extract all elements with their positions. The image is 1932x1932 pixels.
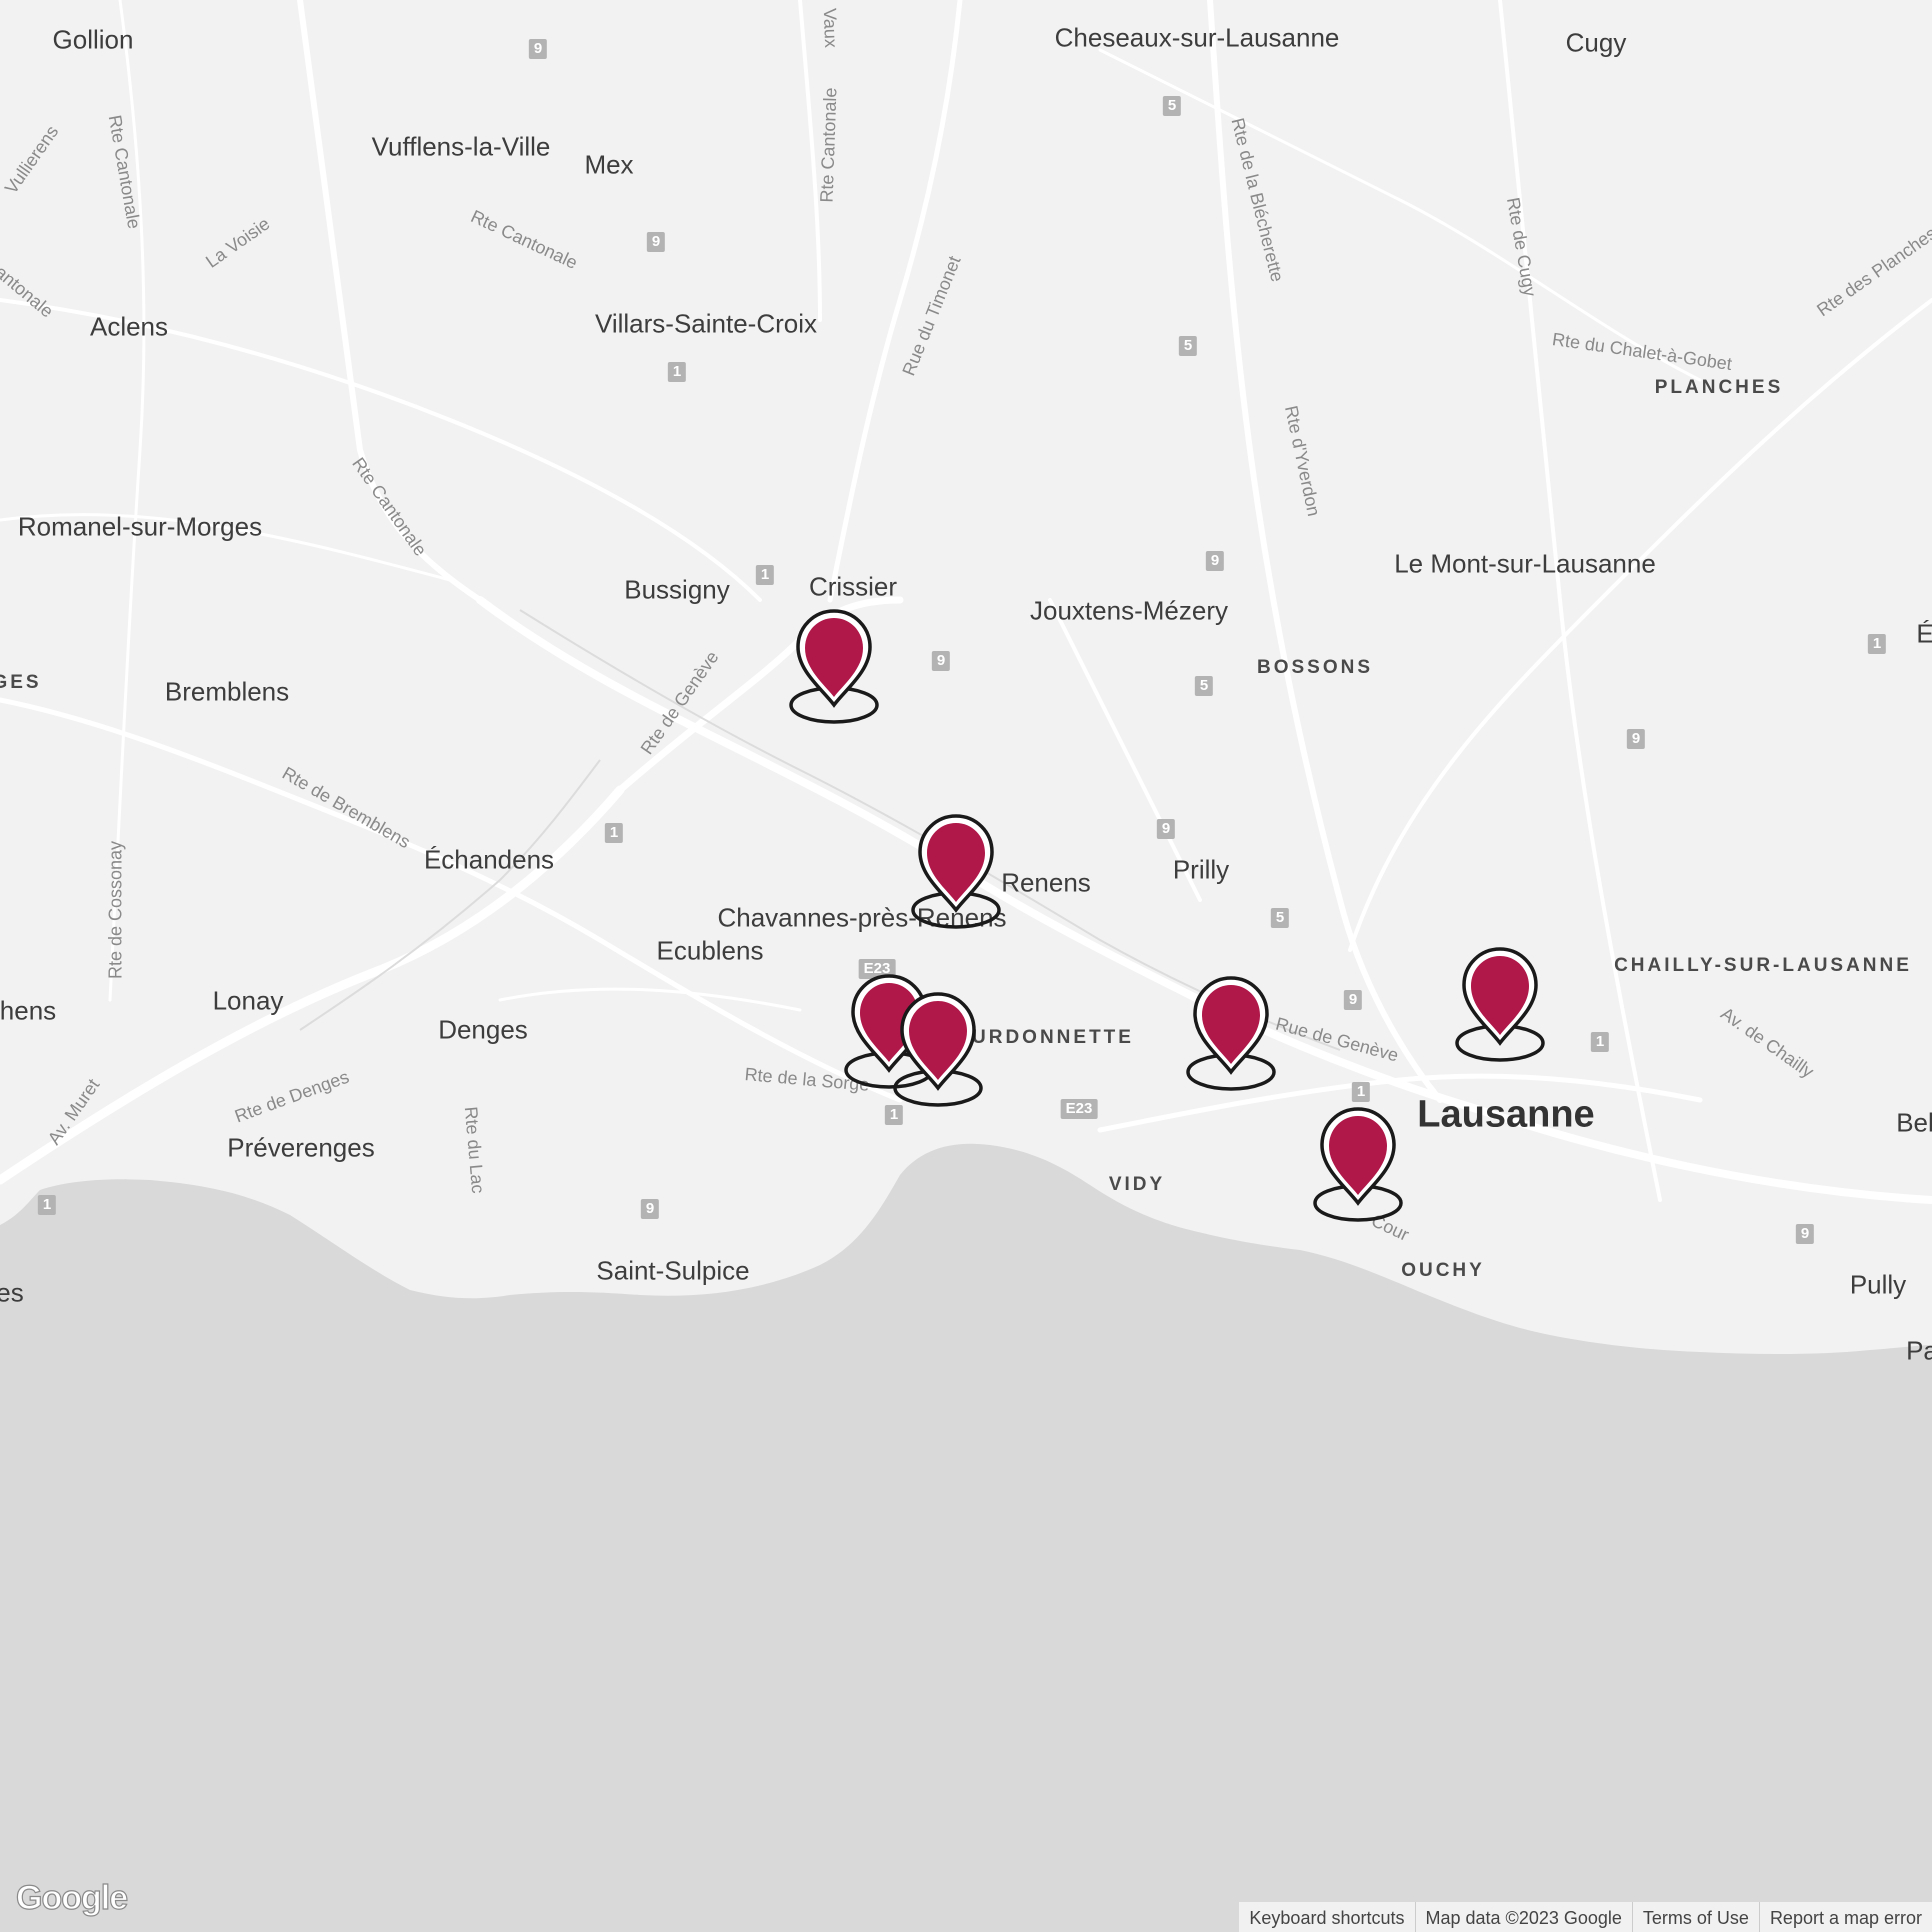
road-label: Rte Cantonale	[816, 87, 841, 203]
district-planches: PLANCHES	[1654, 377, 1784, 398]
place-pa-edge: Pa	[1906, 1335, 1932, 1366]
location-marker[interactable]	[1450, 943, 1550, 1063]
place-ges-edge: GES	[0, 672, 42, 693]
city-lausanne: Lausanne	[1417, 1093, 1595, 1136]
route-shield: 1	[37, 1195, 57, 1215]
district-bossons: BOSSONS	[1256, 657, 1374, 678]
route-shield: 9	[1205, 551, 1225, 571]
route-shield: 9	[1343, 990, 1363, 1010]
place-pully: Pully	[1849, 1269, 1907, 1300]
place-prilly: Prilly	[1172, 854, 1230, 885]
route-shield: 1	[667, 362, 687, 382]
route-shield: 9	[931, 651, 951, 671]
place-lonay: Lonay	[212, 985, 284, 1016]
place-villars: Villars-Sainte-Croix	[594, 308, 818, 339]
place-echandens: Échandens	[423, 844, 555, 875]
route-shield: 1	[604, 823, 624, 843]
map-pin-icon	[1186, 976, 1276, 1091]
place-bussigny: Bussigny	[624, 574, 730, 605]
route-shield: 9	[528, 39, 548, 59]
route-shield: 1	[755, 565, 775, 585]
place-cheseaux: Cheseaux-sur-Lausanne	[1054, 22, 1340, 53]
map-pin-icon	[911, 814, 1001, 929]
place-preverenges: Préverenges	[227, 1132, 375, 1163]
place-cugy: Cugy	[1565, 27, 1627, 58]
route-shield: 9	[646, 232, 666, 252]
location-marker[interactable]	[1308, 1103, 1408, 1223]
place-hens-edge: hens	[0, 995, 57, 1026]
route-shield: 1	[1590, 1032, 1610, 1052]
district-bourdonnette: URDONNETTE	[972, 1027, 1134, 1048]
map-pin-icon	[1455, 947, 1545, 1062]
route-shield: 9	[1795, 1224, 1815, 1244]
terms-link[interactable]: Terms of Use	[1631, 1902, 1759, 1932]
place-e-edge: É	[1916, 618, 1932, 649]
place-mex: Mex	[584, 149, 634, 180]
map-pin-icon	[789, 609, 879, 724]
place-bel-edge: Bel	[1896, 1107, 1932, 1138]
route-shield: 1	[1867, 634, 1887, 654]
route-shield: 1	[1351, 1082, 1371, 1102]
place-romanel: Romanel-sur-Morges	[17, 511, 263, 542]
place-gollion: Gollion	[52, 24, 134, 55]
location-marker[interactable]	[1181, 972, 1281, 1092]
place-ecublens: Ecublens	[656, 935, 764, 966]
place-crissier: Crissier	[808, 571, 898, 602]
road-label: Rte de Cossonay	[105, 840, 126, 980]
location-marker[interactable]	[784, 605, 884, 725]
map-pin-icon	[1313, 1107, 1403, 1222]
place-jouxtens: Jouxtens-Mézery	[1030, 595, 1228, 626]
route-shield: 5	[1178, 336, 1198, 356]
google-logo[interactable]: Google	[15, 1878, 128, 1918]
attribution-bar: Keyboard shortcuts Map data ©2023 Google…	[1239, 1902, 1932, 1932]
route-shield: 5	[1270, 908, 1290, 928]
place-renens: Renens	[1001, 867, 1091, 898]
route-shield: 5	[1194, 676, 1214, 696]
place-vufflens: Vufflens-la-Ville	[371, 131, 551, 162]
route-shield: 9	[1626, 729, 1646, 749]
place-es-edge: es	[0, 1277, 24, 1308]
route-shield: 9	[640, 1199, 660, 1219]
road-label: Vaux	[819, 7, 842, 49]
place-saint-sulpice: Saint-Sulpice	[596, 1255, 750, 1286]
place-mont: Le Mont-sur-Lausanne	[1394, 548, 1656, 579]
district-ouchy: OUCHY	[1401, 1260, 1485, 1281]
district-vidy: VIDY	[1108, 1174, 1166, 1195]
location-marker[interactable]	[888, 988, 988, 1108]
district-chailly: CHAILLY-SUR-LAUSANNE	[1614, 955, 1912, 976]
route-shield: 9	[1156, 819, 1176, 839]
place-denges: Denges	[438, 1014, 528, 1045]
map-canvas[interactable]: Gollion Cheseaux-sur-Lausanne Cugy Vuffl…	[0, 0, 1932, 1932]
route-shield: 5	[1162, 96, 1182, 116]
location-marker[interactable]	[906, 810, 1006, 930]
map-data-text: Map data ©2023 Google	[1414, 1902, 1632, 1932]
keyboard-shortcuts-link[interactable]: Keyboard shortcuts	[1239, 1902, 1414, 1932]
place-bremblens: Bremblens	[164, 676, 290, 707]
route-shield: E23	[1060, 1099, 1098, 1119]
place-aclens: Aclens	[89, 311, 169, 342]
map-pin-icon	[893, 992, 983, 1107]
report-error-link[interactable]: Report a map error	[1758, 1902, 1932, 1932]
